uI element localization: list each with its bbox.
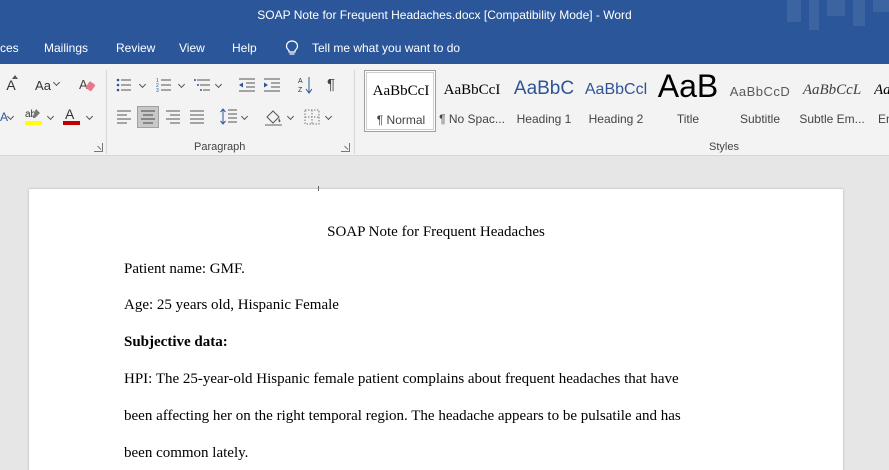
font-color-icon[interactable]: A xyxy=(62,106,82,128)
hpi-line-1: HPI: The 25-year-old Hispanic female pat… xyxy=(124,371,679,387)
change-case-button[interactable]: Aa xyxy=(30,74,64,96)
svg-text:A: A xyxy=(65,106,75,122)
align-left-icon[interactable] xyxy=(116,110,132,124)
style-no-spacing[interactable]: AaBbCcI ¶ No Spac... xyxy=(436,70,508,132)
ribbon: A Aa A A ab A 1 2 3 A Z ¶ Paragraph AaBb… xyxy=(0,64,889,156)
shading-icon[interactable] xyxy=(264,108,284,126)
word-window: SOAP Note for Frequent Headaches.docx [C… xyxy=(0,0,889,470)
style-title[interactable]: AaB Title xyxy=(652,70,724,132)
title-bar: SOAP Note for Frequent Headaches.docx [C… xyxy=(0,0,889,32)
bullets-icon[interactable] xyxy=(116,77,132,93)
sort-icon[interactable]: A Z xyxy=(298,75,312,95)
multilevel-list-icon[interactable] xyxy=(194,77,212,93)
subjective-heading: Subjective data: xyxy=(124,334,228,350)
tab-references[interactable]: ces xyxy=(0,41,19,55)
document-heading: SOAP Note for Frequent Headaches xyxy=(327,224,545,240)
align-right-icon[interactable] xyxy=(165,110,181,124)
document-area[interactable]: SOAP Note for Frequent Headaches Patient… xyxy=(0,157,889,470)
justify-icon[interactable] xyxy=(189,110,205,124)
paragraph-group-label: Paragraph xyxy=(194,141,246,153)
clear-formatting-icon[interactable]: A xyxy=(78,76,96,94)
align-center-icon xyxy=(141,110,155,124)
line-spacing-icon[interactable] xyxy=(220,108,238,126)
hpi-line-2: been affecting her on the right temporal… xyxy=(124,408,681,424)
style-subtitle[interactable]: AaBbCcD Subtitle xyxy=(724,70,796,132)
svg-text:A: A xyxy=(298,78,303,85)
style-heading-2[interactable]: AaBbCcl Heading 2 xyxy=(580,70,652,132)
grow-font-button[interactable]: A xyxy=(2,74,20,96)
ribbon-tabs: ces Mailings Review View Help Tell me wh… xyxy=(0,32,889,64)
borders-icon[interactable] xyxy=(304,109,320,125)
document-page[interactable]: SOAP Note for Frequent Headaches Patient… xyxy=(29,186,843,470)
lightbulb-icon[interactable] xyxy=(285,40,299,56)
svg-text:Z: Z xyxy=(298,87,303,94)
style-subtle-emphasis[interactable]: AaBbCcL Subtle Em... xyxy=(796,70,868,132)
title-bar-pattern xyxy=(779,0,889,32)
style-normal[interactable]: AaBbCcI ¶ Normal xyxy=(364,70,436,132)
tab-view[interactable]: View xyxy=(179,41,205,55)
increase-indent-icon[interactable] xyxy=(263,77,281,93)
decrease-indent-icon[interactable] xyxy=(238,77,256,93)
grow-font-icon: A xyxy=(6,77,16,93)
numbering-icon[interactable]: 1 2 3 xyxy=(156,77,172,93)
window-title: SOAP Note for Frequent Headaches.docx [C… xyxy=(257,8,632,22)
tab-review[interactable]: Review xyxy=(116,41,155,55)
paragraph-dialog-launcher[interactable] xyxy=(341,143,350,152)
style-emphasis[interactable]: Aa En xyxy=(868,70,889,132)
svg-text:A: A xyxy=(79,77,88,92)
hpi-line-3: been common lately. xyxy=(124,445,249,461)
show-formatting-icon[interactable]: ¶ xyxy=(327,76,335,93)
change-case-icon: Aa xyxy=(35,77,51,93)
highlight-color-icon[interactable]: ab xyxy=(24,106,44,128)
svg-text:3: 3 xyxy=(156,88,159,93)
tab-mailings[interactable]: Mailings xyxy=(44,41,88,55)
tell-me-search[interactable]: Tell me what you want to do xyxy=(312,41,460,55)
patient-name-line: Patient name: GMF. xyxy=(124,261,245,277)
font-dialog-launcher[interactable] xyxy=(94,143,103,152)
tab-help[interactable]: Help xyxy=(232,41,257,55)
age-line: Age: 25 years old, Hispanic Female xyxy=(124,297,339,313)
styles-group-label: Styles xyxy=(709,141,739,153)
style-heading-1[interactable]: AaBbC Heading 1 xyxy=(508,70,580,132)
align-center-button[interactable] xyxy=(137,106,159,128)
text-cursor xyxy=(318,186,319,191)
